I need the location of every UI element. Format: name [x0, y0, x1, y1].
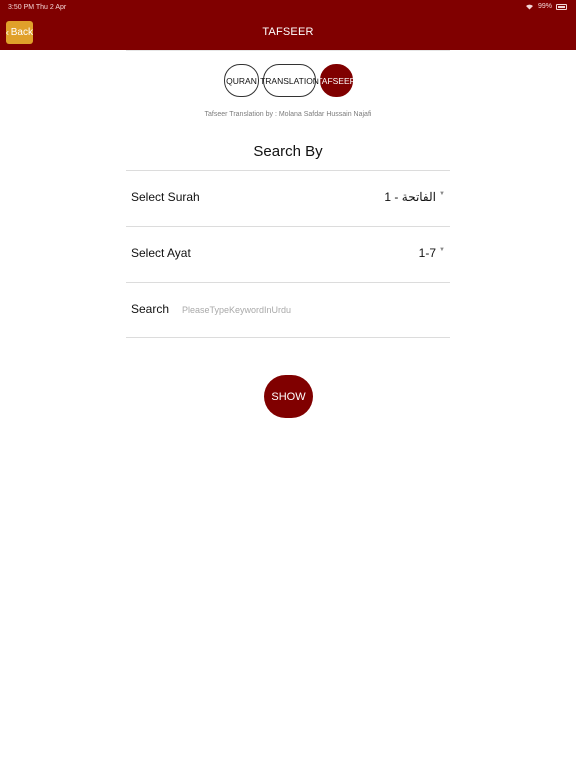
- search-form: Select Surah الفاتحة - 1 ▼ Select Ayat 1…: [126, 170, 450, 338]
- dropdown-arrow-icon[interactable]: ▼: [439, 247, 445, 253]
- status-right-group: 99%: [525, 3, 567, 10]
- battery-icon: [556, 3, 567, 10]
- battery-percent: 99%: [537, 3, 552, 10]
- tab-quran[interactable]: QURAN: [224, 64, 259, 97]
- page-title: TAFSEER: [262, 26, 314, 38]
- select-ayat-label: Select Ayat: [131, 246, 191, 260]
- search-label: Search: [131, 302, 170, 316]
- select-surah-row[interactable]: Select Surah الفاتحة - 1 ▼: [126, 170, 450, 226]
- select-surah-label: Select Surah: [131, 190, 200, 204]
- navigation-bar: 3:50 PM Thu 2 Apr 99% Back TAFSEER: [0, 0, 576, 50]
- status-time-date: 3:50 PM Thu 2 Apr: [8, 4, 67, 11]
- segmented-control: QURAN TRANSLATION TAFSEER: [224, 64, 356, 97]
- dropdown-arrow-icon[interactable]: ▼: [439, 191, 445, 197]
- status-bar: 3:50 PM Thu 2 Apr 99%: [0, 0, 576, 16]
- select-ayat-row[interactable]: Select Ayat 1-7 ▼: [126, 226, 450, 282]
- tab-tafseer[interactable]: TAFSEER: [317, 64, 356, 97]
- show-button[interactable]: SHOW: [264, 375, 313, 418]
- search-by-heading: Search By: [253, 143, 323, 160]
- search-row: Search: [126, 282, 450, 338]
- translation-credit: Tafseer Translation by : Molana Safdar H…: [204, 111, 372, 118]
- tab-translation[interactable]: TRANSLATION: [260, 64, 319, 97]
- surah-dropdown-value[interactable]: الفاتحة - 1: [384, 190, 436, 204]
- wifi-icon: [525, 4, 533, 10]
- ayat-dropdown-value[interactable]: 1-7: [419, 246, 436, 260]
- divider: [126, 50, 450, 51]
- search-input[interactable]: [182, 301, 432, 319]
